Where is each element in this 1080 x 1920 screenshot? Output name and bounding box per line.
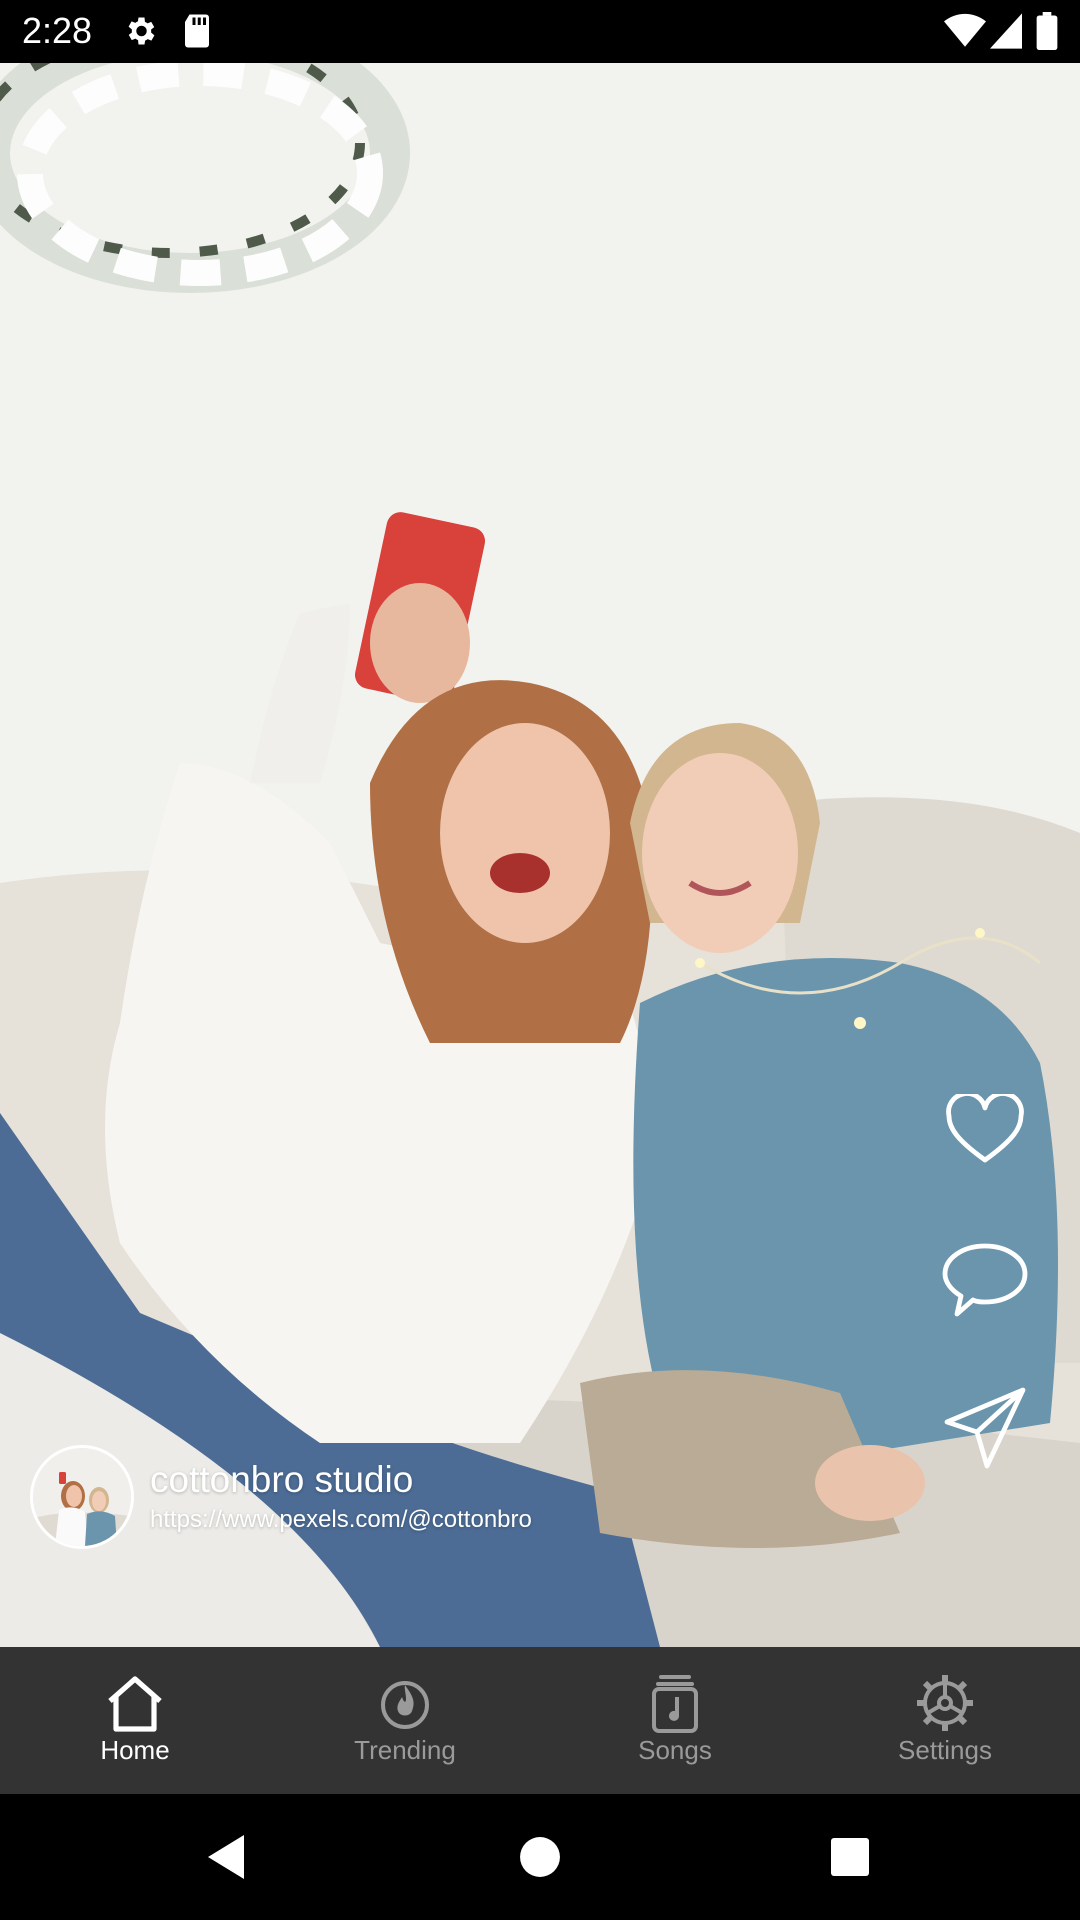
back-icon[interactable] <box>196 1827 256 1887</box>
author-name[interactable]: cottonbro studio <box>150 1458 413 1502</box>
nav-item-home[interactable]: Home <box>0 1647 270 1794</box>
comment-button[interactable] <box>940 1235 1030 1325</box>
video-player[interactable]: cottonbro studio https://www.pexels.com/… <box>0 63 1080 1647</box>
nav-label-songs: Songs <box>638 1735 712 1765</box>
like-button[interactable] <box>940 1085 1030 1175</box>
nav-label-home: Home <box>100 1735 170 1765</box>
cellular-signal-icon <box>990 12 1022 50</box>
share-button[interactable] <box>940 1383 1030 1473</box>
nav-item-trending[interactable]: Trending <box>270 1647 540 1794</box>
flame-icon <box>380 1673 430 1733</box>
send-icon <box>943 1386 1027 1470</box>
music-note-icon <box>651 1673 699 1733</box>
nav-label-trending: Trending <box>354 1735 456 1765</box>
nav-item-settings[interactable]: Settings <box>810 1647 1080 1794</box>
status-bar: 2:28 <box>0 0 1080 63</box>
system-navigation-bar <box>0 1794 1080 1920</box>
author-link[interactable]: https://www.pexels.com/@cottonbro <box>150 1506 532 1534</box>
video-frame <box>0 63 1080 1647</box>
home-circle-icon[interactable] <box>510 1827 570 1887</box>
recents-square-icon[interactable] <box>820 1827 880 1887</box>
wifi-icon <box>944 12 986 50</box>
home-icon <box>104 1673 166 1733</box>
nav-item-songs[interactable]: Songs <box>540 1647 810 1794</box>
heart-icon <box>945 1094 1025 1166</box>
author-avatar[interactable] <box>30 1445 134 1549</box>
settings-gear-icon <box>122 12 158 50</box>
bottom-navigation: Home Trending Songs Settings <box>0 1647 1080 1794</box>
status-time: 2:28 <box>22 10 93 51</box>
nav-label-settings: Settings <box>898 1735 992 1765</box>
comment-bubble-icon <box>941 1240 1029 1320</box>
battery-icon <box>1036 12 1058 50</box>
sd-card-icon <box>182 12 212 50</box>
gear-icon <box>915 1673 975 1733</box>
